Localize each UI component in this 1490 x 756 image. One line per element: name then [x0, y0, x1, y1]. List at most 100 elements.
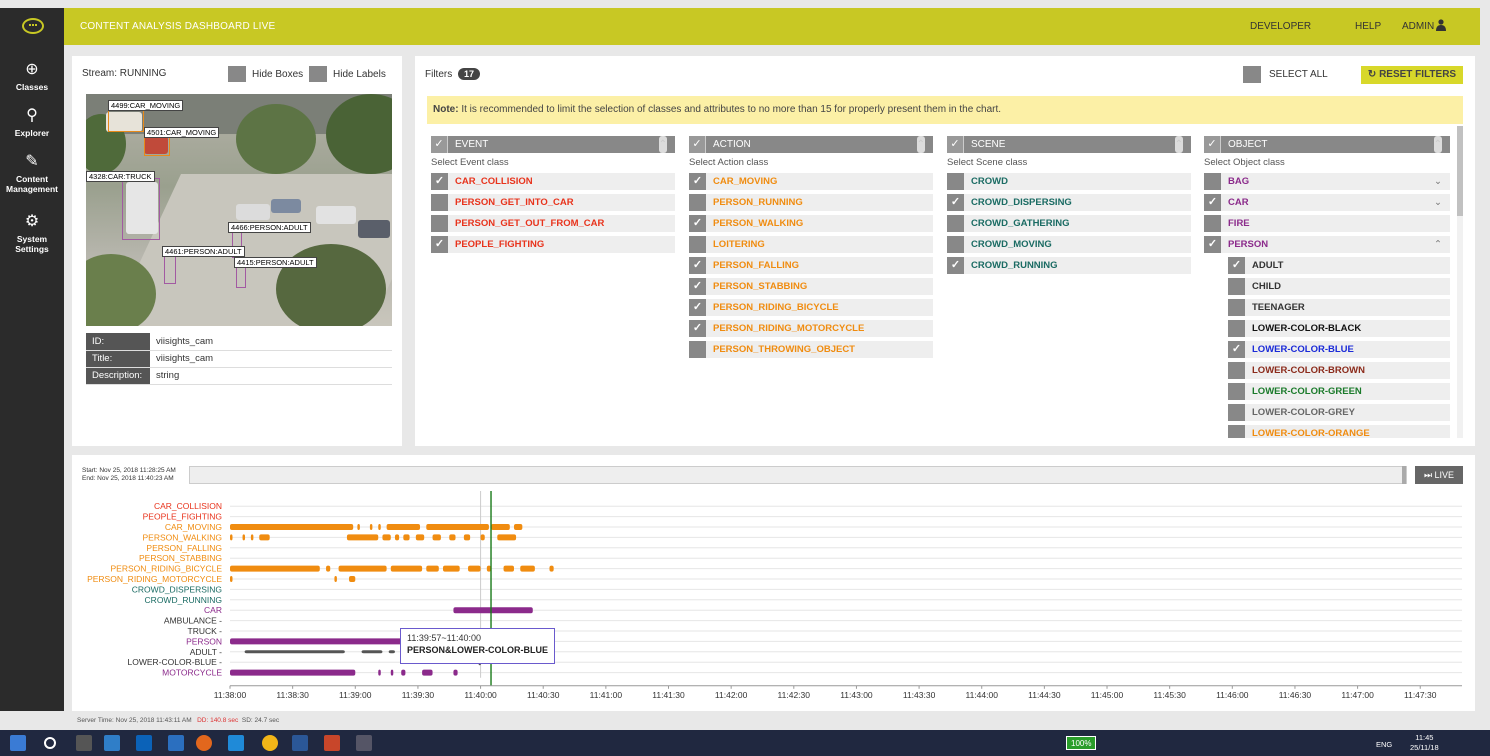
- checkbox[interactable]: [1228, 383, 1245, 400]
- chevron-up-icon[interactable]: ⌃: [1434, 236, 1442, 253]
- live-button[interactable]: ⏭ LIVE: [1415, 466, 1463, 484]
- filter-item[interactable]: ✓ ADULT: [1228, 257, 1450, 274]
- filter-item[interactable]: ✓ CAR_COLLISION: [431, 173, 675, 190]
- checkbox[interactable]: ✓: [947, 194, 964, 211]
- paint-icon[interactable]: [356, 735, 372, 751]
- filter-item[interactable]: ✓ PEOPLE_FIGHTING: [431, 236, 675, 253]
- checkbox[interactable]: [1228, 320, 1245, 337]
- filter-item[interactable]: LOWER-COLOR-GREEN: [1228, 383, 1450, 400]
- filter-item[interactable]: ✓ CAR ⌄: [1204, 194, 1450, 211]
- developer-link[interactable]: DEVELOPER: [1250, 21, 1311, 32]
- logo[interactable]: [0, 8, 64, 45]
- checkbox[interactable]: ✓: [1204, 194, 1221, 211]
- column-header[interactable]: ✓ ACTION ⌃: [689, 136, 933, 153]
- select-all-toggle[interactable]: SELECT ALL: [1243, 66, 1328, 83]
- checkbox[interactable]: [689, 341, 706, 358]
- filter-item[interactable]: TEENAGER: [1228, 299, 1450, 316]
- checkbox[interactable]: ✓: [1228, 341, 1245, 358]
- checkbox[interactable]: [689, 236, 706, 253]
- filter-item[interactable]: FIRE: [1204, 215, 1450, 232]
- app-icon[interactable]: [104, 735, 120, 751]
- edge-icon[interactable]: [228, 735, 244, 751]
- checkbox[interactable]: [1228, 278, 1245, 295]
- firefox-icon[interactable]: [196, 735, 212, 751]
- filter-item[interactable]: CHILD: [1228, 278, 1450, 295]
- windows-start-icon[interactable]: [10, 735, 26, 751]
- timeline-chart[interactable]: CAR_COLLISIONPEOPLE_FIGHTINGCAR_MOVINGPE…: [72, 491, 1475, 713]
- reset-filters-button[interactable]: ↻ RESET FILTERS: [1361, 66, 1463, 84]
- filter-item[interactable]: BAG ⌄: [1204, 173, 1450, 190]
- chevron-up-icon[interactable]: ⌃: [1433, 136, 1442, 153]
- explorer-icon[interactable]: [168, 735, 184, 751]
- checkbox[interactable]: ✓: [689, 173, 706, 190]
- filter-item[interactable]: ✓ LOWER-COLOR-BLUE: [1228, 341, 1450, 358]
- filter-item[interactable]: ✓ PERSON_WALKING: [689, 215, 933, 232]
- checkbox[interactable]: ✓: [431, 136, 448, 153]
- sidebar-item-explorer[interactable]: ⚲ Explorer: [0, 107, 64, 138]
- checkbox[interactable]: [228, 66, 246, 82]
- checkbox[interactable]: [1228, 404, 1245, 421]
- timeline-range-slider[interactable]: [189, 466, 1407, 484]
- checkbox[interactable]: ✓: [689, 299, 706, 316]
- checkbox[interactable]: ✓: [1204, 236, 1221, 253]
- sidebar-item-content-management[interactable]: ✎ Content Management: [0, 153, 64, 194]
- checkbox[interactable]: ✓: [431, 236, 448, 253]
- checkbox[interactable]: [947, 173, 964, 190]
- admin-link[interactable]: ADMIN: [1402, 21, 1434, 32]
- checkbox[interactable]: ✓: [689, 215, 706, 232]
- sidebar-item-classes[interactable]: ⊕ Classes: [0, 61, 64, 92]
- chevron-up-icon[interactable]: ⌃: [916, 136, 925, 153]
- filter-item[interactable]: ✓ PERSON_STABBING: [689, 278, 933, 295]
- checkbox[interactable]: ✓: [947, 136, 964, 153]
- checkbox[interactable]: ✓: [689, 320, 706, 337]
- checkbox[interactable]: ✓: [689, 136, 706, 153]
- filter-item[interactable]: ✓ PERSON_FALLING: [689, 257, 933, 274]
- filter-item[interactable]: ✓ PERSON_RIDING_BICYCLE: [689, 299, 933, 316]
- filter-item[interactable]: CROWD_GATHERING: [947, 215, 1191, 232]
- filter-item[interactable]: LOWER-COLOR-GREY: [1228, 404, 1450, 421]
- checkbox[interactable]: ✓: [947, 257, 964, 274]
- chevron-down-icon[interactable]: ⌄: [1434, 173, 1442, 190]
- filter-item[interactable]: CROWD: [947, 173, 1191, 190]
- checkbox[interactable]: [431, 215, 448, 232]
- filter-item[interactable]: CROWD_MOVING: [947, 236, 1191, 253]
- chevron-down-icon[interactable]: ⌄: [1434, 194, 1442, 211]
- search-icon[interactable]: [44, 737, 56, 749]
- checkbox[interactable]: ✓: [689, 257, 706, 274]
- language-indicator[interactable]: ENG: [1376, 740, 1392, 749]
- checkbox[interactable]: ✓: [689, 278, 706, 295]
- object-filter-scroll[interactable]: ✓ OBJECT ⌃ Select Object class BAG ⌄ ✓ CAR ⌄ FIRE…: [1204, 136, 1460, 438]
- checkbox[interactable]: ✓: [1228, 257, 1245, 274]
- checkbox[interactable]: [1243, 66, 1261, 83]
- checkbox[interactable]: [947, 236, 964, 253]
- column-header[interactable]: ✓ OBJECT ⌃: [1204, 136, 1450, 153]
- checkbox[interactable]: ✓: [431, 173, 448, 190]
- checkbox[interactable]: [947, 215, 964, 232]
- checkbox[interactable]: [1228, 425, 1245, 438]
- filter-item[interactable]: PERSON_GET_INTO_CAR: [431, 194, 675, 211]
- word-icon[interactable]: [292, 735, 308, 751]
- outlook-icon[interactable]: [136, 735, 152, 751]
- filter-item[interactable]: ✓ CROWD_DISPERSING: [947, 194, 1191, 211]
- filter-item[interactable]: ✓ CAR_MOVING: [689, 173, 933, 190]
- task-view-icon[interactable]: [76, 735, 92, 751]
- checkbox[interactable]: [1228, 362, 1245, 379]
- chevron-up-icon[interactable]: ⌃: [658, 136, 667, 153]
- scrollbar[interactable]: [1457, 126, 1463, 438]
- filter-item[interactable]: PERSON_THROWING_OBJECT: [689, 341, 933, 358]
- chevron-up-icon[interactable]: ⌃: [1174, 136, 1183, 153]
- filter-item[interactable]: LOWER-COLOR-BROWN: [1228, 362, 1450, 379]
- scrollbar-thumb[interactable]: [1457, 126, 1463, 216]
- filter-item[interactable]: ✓ PERSON ⌃: [1204, 236, 1450, 253]
- column-header[interactable]: ✓ SCENE ⌃: [947, 136, 1191, 153]
- battery-indicator[interactable]: 100%: [1066, 736, 1097, 750]
- filter-item[interactable]: LOITERING: [689, 236, 933, 253]
- video-stream[interactable]: 4499:CAR_MOVING 4501:CAR_MOVING 4328:CAR…: [86, 94, 392, 326]
- chrome-icon[interactable]: [262, 735, 278, 751]
- user-icon[interactable]: [1436, 19, 1446, 31]
- checkbox[interactable]: [1204, 173, 1221, 190]
- checkbox[interactable]: [689, 194, 706, 211]
- checkbox[interactable]: [1228, 299, 1245, 316]
- checkbox[interactable]: [431, 194, 448, 211]
- taskbar-clock[interactable]: 11:45 25/11/18: [1410, 733, 1439, 753]
